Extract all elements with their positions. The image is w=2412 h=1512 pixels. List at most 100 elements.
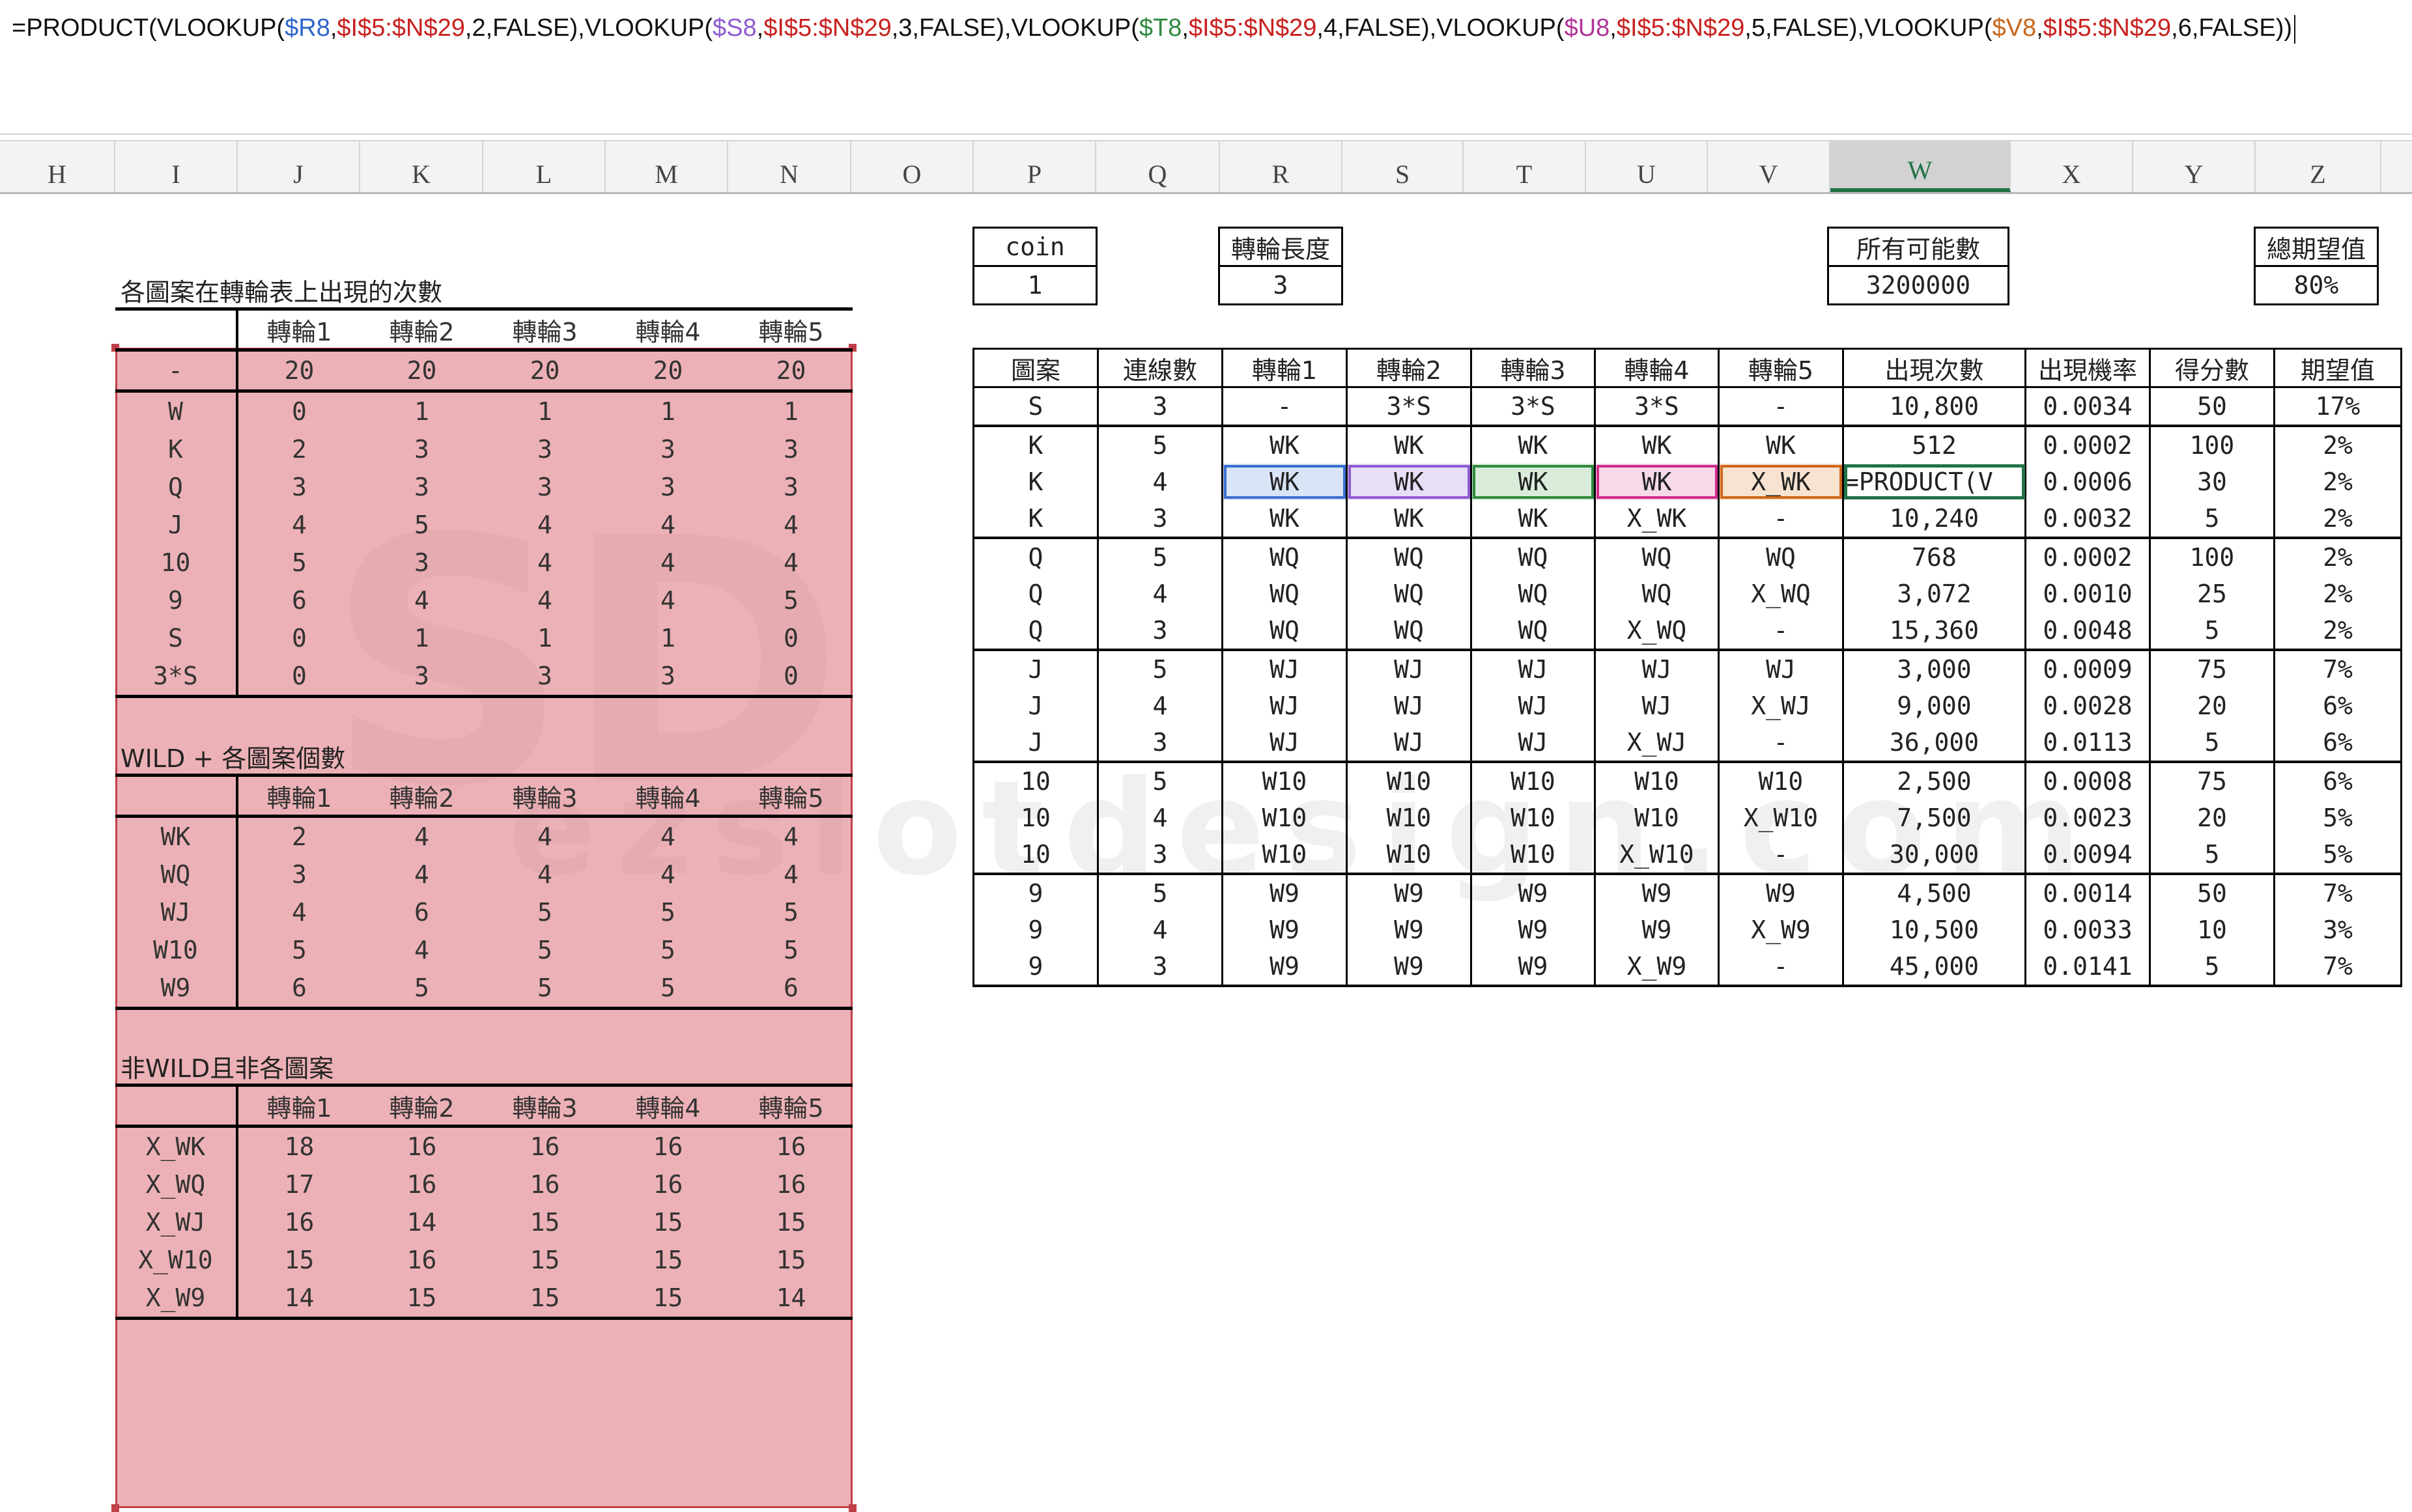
column-header-L[interactable]: L bbox=[483, 141, 606, 192]
count-cell[interactable]: 4 bbox=[237, 506, 360, 544]
column-header-U[interactable]: U bbox=[1586, 141, 1708, 192]
count-cell[interactable]: 15 bbox=[483, 1241, 606, 1279]
payline-cell[interactable]: 6% bbox=[2273, 762, 2402, 800]
count-cell[interactable]: 3 bbox=[730, 430, 853, 468]
count-cell[interactable]: 16 bbox=[360, 1166, 483, 1203]
payline-cell[interactable]: 20 bbox=[2149, 688, 2275, 724]
count-cell[interactable]: 3 bbox=[730, 468, 853, 506]
payline-cell[interactable]: 7% bbox=[2273, 650, 2402, 688]
count-cell[interactable]: 2 bbox=[237, 430, 360, 468]
symbol-cell[interactable]: X_W10 bbox=[115, 1241, 238, 1279]
payline-cell[interactable]: W10 bbox=[1221, 836, 1348, 875]
payline-cell[interactable]: 2% bbox=[2273, 576, 2402, 612]
payline-cell[interactable]: 0.0113 bbox=[2024, 724, 2151, 763]
payline-cell[interactable]: 3 bbox=[1097, 724, 1223, 763]
payline-cell[interactable]: W10 bbox=[1221, 800, 1348, 836]
count-cell[interactable]: 3 bbox=[606, 657, 730, 698]
count-cell[interactable]: 14 bbox=[360, 1203, 483, 1241]
payline-cell[interactable]: WK bbox=[1221, 426, 1348, 464]
count-cell[interactable]: 6 bbox=[360, 893, 483, 931]
payline-cell[interactable]: 75 bbox=[2149, 762, 2275, 800]
count-cell[interactable]: 3 bbox=[237, 468, 360, 506]
symbol-cell[interactable]: X_WK bbox=[115, 1126, 238, 1166]
count-cell[interactable]: 1 bbox=[730, 391, 853, 431]
payline-cell[interactable]: 3 bbox=[1097, 612, 1223, 651]
payline-cell[interactable]: X_WQ bbox=[1594, 612, 1720, 651]
payline-cell[interactable]: 0.0010 bbox=[2024, 576, 2151, 612]
payline-cell[interactable]: 30,000 bbox=[1842, 836, 2026, 875]
payline-cell[interactable]: 0.0033 bbox=[2024, 912, 2151, 948]
count-cell[interactable]: 4 bbox=[606, 856, 730, 893]
count-cell[interactable]: 5 bbox=[483, 931, 606, 969]
count-cell[interactable]: 5 bbox=[730, 931, 853, 969]
count-cell[interactable]: 4 bbox=[730, 856, 853, 893]
payline-cell[interactable]: Q bbox=[972, 538, 1099, 576]
count-cell[interactable]: 2 bbox=[237, 817, 360, 856]
count-cell[interactable]: 5 bbox=[606, 893, 730, 931]
count-cell[interactable]: 15 bbox=[360, 1279, 483, 1320]
count-cell[interactable]: 4 bbox=[360, 817, 483, 856]
payline-cell[interactable]: W9 bbox=[1718, 874, 1844, 912]
payline-cell[interactable]: - bbox=[1718, 387, 1844, 427]
payline-cell[interactable]: 5 bbox=[1097, 650, 1223, 688]
payline-cell[interactable]: W10 bbox=[1470, 800, 1596, 836]
column-header-S[interactable]: S bbox=[1342, 141, 1464, 192]
payline-cell[interactable]: WQ bbox=[1346, 576, 1472, 612]
payline-cell[interactable]: WQ bbox=[1470, 538, 1596, 576]
payline-cell[interactable]: 15,360 bbox=[1842, 612, 2026, 651]
count-cell[interactable]: 5 bbox=[483, 893, 606, 931]
count-cell[interactable]: 3 bbox=[483, 657, 606, 698]
payline-cell[interactable]: 3% bbox=[2273, 912, 2402, 948]
count-cell[interactable]: 3 bbox=[237, 856, 360, 893]
payline-cell[interactable]: - bbox=[1718, 948, 1844, 987]
symbol-cell[interactable]: X_WQ bbox=[115, 1166, 238, 1203]
count-cell[interactable]: 4 bbox=[730, 544, 853, 581]
payline-cell[interactable]: WK bbox=[1594, 426, 1720, 464]
payline-cell[interactable]: 5% bbox=[2273, 800, 2402, 836]
column-header-Y[interactable]: Y bbox=[2133, 141, 2256, 192]
count-cell[interactable]: 3 bbox=[360, 468, 483, 506]
payline-cell[interactable]: 5 bbox=[2149, 724, 2275, 763]
count-cell[interactable]: 15 bbox=[606, 1279, 730, 1320]
count-cell[interactable]: 4 bbox=[606, 581, 730, 619]
payline-cell[interactable]: WK bbox=[1346, 464, 1472, 500]
coin-value[interactable]: 1 bbox=[972, 265, 1098, 305]
payline-cell[interactable]: W10 bbox=[1346, 836, 1472, 875]
column-header-X[interactable]: X bbox=[2011, 141, 2133, 192]
symbol-cell[interactable]: WJ bbox=[115, 893, 238, 931]
payline-cell[interactable]: - bbox=[1718, 836, 1844, 875]
payline-cell[interactable]: 17% bbox=[2273, 387, 2402, 427]
payline-cell[interactable]: 7% bbox=[2273, 874, 2402, 912]
payline-cell[interactable]: 0.0141 bbox=[2024, 948, 2151, 987]
payline-cell[interactable]: WQ bbox=[1594, 576, 1720, 612]
payline-cell[interactable]: WJ bbox=[1221, 724, 1348, 763]
count-cell[interactable]: 16 bbox=[237, 1203, 360, 1241]
payline-cell[interactable]: 10 bbox=[972, 836, 1099, 875]
count-cell[interactable]: 4 bbox=[606, 817, 730, 856]
payline-cell[interactable]: 6% bbox=[2273, 724, 2402, 763]
payline-cell[interactable]: WK bbox=[1470, 500, 1596, 539]
payline-cell[interactable]: X_W9 bbox=[1594, 948, 1720, 987]
payline-cell[interactable]: X_W10 bbox=[1594, 836, 1720, 875]
payline-cell[interactable]: J bbox=[972, 724, 1099, 763]
count-cell[interactable]: 14 bbox=[730, 1279, 853, 1320]
count-cell[interactable]: 5 bbox=[237, 931, 360, 969]
payline-cell[interactable]: WQ bbox=[1470, 576, 1596, 612]
payline-cell[interactable]: 4 bbox=[1097, 800, 1223, 836]
payline-cell[interactable]: 9 bbox=[972, 874, 1099, 912]
count-cell[interactable]: 5 bbox=[606, 931, 730, 969]
payline-cell[interactable]: Q bbox=[972, 612, 1099, 651]
count-cell[interactable]: 5 bbox=[360, 506, 483, 544]
count-cell[interactable]: 20 bbox=[360, 350, 483, 393]
payline-cell[interactable]: 2% bbox=[2273, 500, 2402, 539]
payline-cell[interactable]: 5 bbox=[2149, 836, 2275, 875]
count-cell[interactable]: 4 bbox=[360, 581, 483, 619]
payline-cell[interactable]: 0.0014 bbox=[2024, 874, 2151, 912]
payline-cell[interactable]: 50 bbox=[2149, 387, 2275, 427]
payline-cell[interactable]: W9 bbox=[1594, 912, 1720, 948]
count-cell[interactable]: 5 bbox=[606, 969, 730, 1010]
payline-cell[interactable]: 75 bbox=[2149, 650, 2275, 688]
count-cell[interactable]: 1 bbox=[360, 619, 483, 657]
count-cell[interactable]: 3 bbox=[606, 430, 730, 468]
payline-cell[interactable]: - bbox=[1718, 724, 1844, 763]
